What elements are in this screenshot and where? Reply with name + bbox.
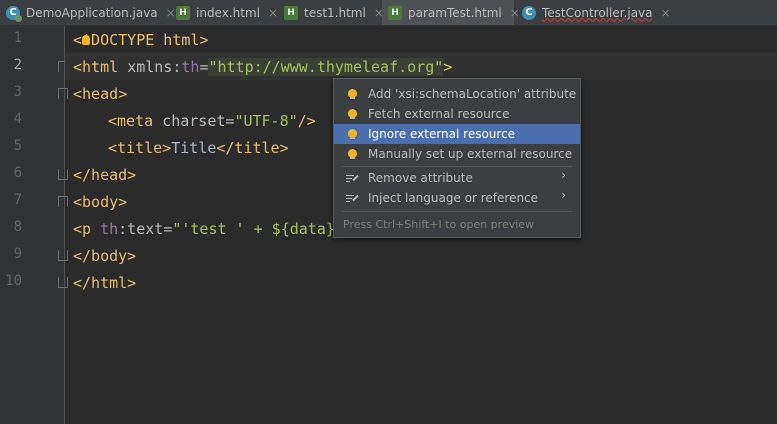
code-line-5: <title>Title</title>: [108, 139, 289, 157]
line-number: 2: [13, 57, 22, 73]
menu-item-ignore-external-resource[interactable]: Ignore external resource: [334, 124, 580, 144]
intention-actions-popup: Add 'xsi:schemaLocation' attribute Fetch…: [333, 78, 581, 238]
menu-item-add-schema-location[interactable]: Add 'xsi:schemaLocation' attribute: [334, 84, 580, 104]
code-line-8: <p th:text="'test ' + ${data}: [73, 220, 335, 238]
popup-footer-hint: Press Ctrl+Shift+I to open preview: [343, 218, 535, 231]
line-number: 7: [13, 192, 22, 208]
tab-label: index.html: [196, 5, 260, 20]
code-line-7: <body>: [73, 193, 128, 211]
bulb-icon: [348, 128, 357, 140]
line-number: 3: [13, 84, 22, 100]
spring-class-icon: [6, 5, 22, 22]
code-line-9: </body>: [73, 247, 137, 265]
line-number: 10: [5, 273, 22, 289]
editor-tab-bar: DemoApplication.java × index.html × test…: [0, 0, 777, 26]
bulb-icon: [348, 148, 357, 160]
tab-label: paramTest.html: [408, 5, 502, 20]
menu-item-fetch-external-resource[interactable]: Fetch external resource: [334, 104, 580, 124]
line-number: 6: [13, 165, 22, 181]
html-file-icon: [388, 5, 402, 20]
tab-testcontroller[interactable]: TestController.java ×: [516, 0, 671, 25]
line-number: 5: [13, 138, 22, 154]
html-file-icon: [284, 5, 298, 20]
line-number: 1: [13, 30, 22, 46]
line-number: 8: [13, 219, 22, 235]
close-icon[interactable]: ×: [268, 6, 278, 20]
line-number: 9: [13, 246, 22, 262]
code-line-2: <html xmlns:th="http://www.thymeleaf.org…: [73, 58, 453, 76]
bulb-icon: [348, 88, 357, 100]
code-line-10: </html>: [73, 274, 137, 292]
close-icon[interactable]: ×: [661, 6, 671, 20]
tab-label: DemoApplication.java: [26, 5, 158, 20]
tab-demoapplication[interactable]: DemoApplication.java ×: [0, 0, 176, 25]
line-number: 4: [13, 111, 22, 127]
edit-icon: [346, 173, 359, 184]
submenu-arrow-icon: ›: [561, 188, 566, 202]
tab-paramtest[interactable]: paramTest.html ×: [382, 0, 520, 25]
html-file-icon: [176, 5, 190, 20]
tab-label: TestController.java: [542, 5, 653, 20]
menu-separator: [342, 166, 572, 167]
tab-index[interactable]: index.html ×: [170, 0, 278, 25]
edit-icon: [346, 193, 359, 204]
menu-separator: [342, 211, 572, 212]
code-line-6: </head>: [73, 166, 137, 184]
tab-label: test1.html: [304, 5, 366, 20]
namespace-url: "http://www.thymeleaf.org": [208, 58, 444, 76]
code-line-1: <!DOCTYPE html>: [73, 31, 209, 49]
menu-item-manually-set-up-resource[interactable]: Manually set up external resource: [334, 144, 580, 164]
code-line-3: <head>: [73, 85, 128, 103]
intention-bulb-icon[interactable]: [82, 35, 90, 45]
menu-item-remove-attribute[interactable]: Remove attribute ›: [334, 168, 580, 188]
bulb-icon: [348, 108, 357, 120]
code-line-4: <meta charset="UTF-8"/>: [108, 112, 316, 130]
tab-test1[interactable]: test1.html ×: [278, 0, 384, 25]
class-icon: [522, 5, 536, 20]
submenu-arrow-icon: ›: [561, 168, 566, 182]
menu-item-inject-language[interactable]: Inject language or reference ›: [334, 188, 580, 208]
